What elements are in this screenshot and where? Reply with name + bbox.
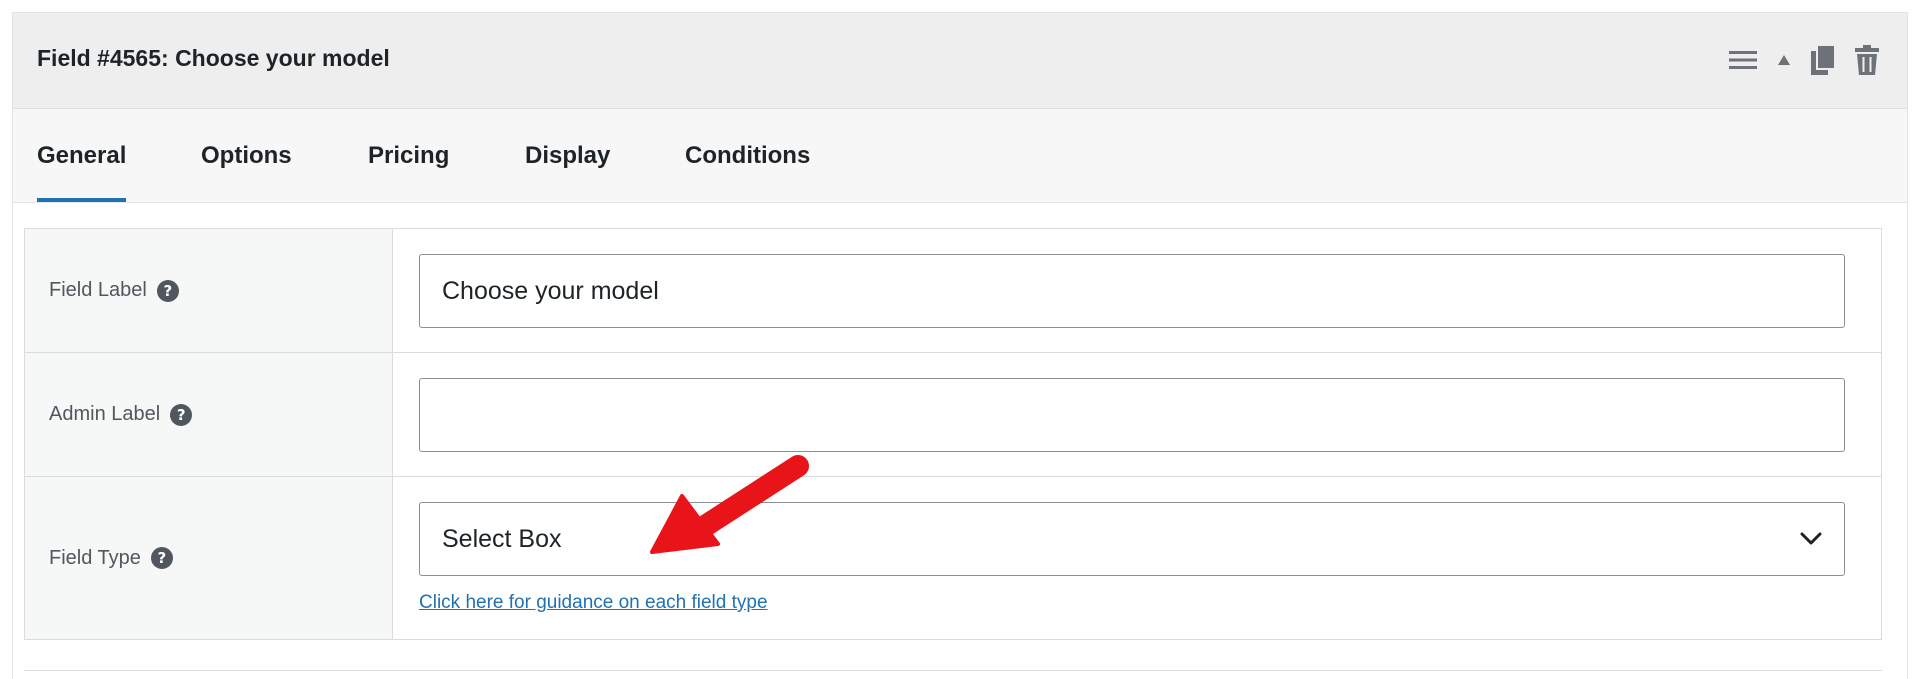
duplicate-button[interactable] (1811, 45, 1835, 75)
field-type-guidance-link[interactable]: Click here for guidance on each field ty… (419, 592, 768, 614)
field-settings-table: Field Label ? Admin Label ? Field Type ?… (24, 228, 1882, 640)
caret-up-icon (1778, 55, 1790, 65)
admin-label-text: Admin Label (49, 403, 161, 425)
divider (24, 670, 1882, 671)
field-label-input[interactable] (419, 254, 1845, 328)
field-label-row: Field Label ? (25, 229, 1881, 353)
admin-label-label: Admin Label ? (25, 353, 393, 476)
delete-button[interactable] (1855, 45, 1879, 75)
trash-icon (1855, 45, 1879, 75)
panel-title: Field #4565: Choose your model (37, 45, 390, 71)
tab-bar: General Options Pricing Display Conditio… (13, 109, 1907, 203)
tab-conditions[interactable]: Conditions (685, 109, 810, 202)
question-circle-icon[interactable]: ? (150, 547, 173, 569)
tab-general[interactable]: General (37, 109, 127, 202)
field-type-select[interactable]: Select Box (419, 502, 1845, 576)
collapse-button[interactable] (1777, 54, 1791, 66)
header-actions (1729, 43, 1879, 77)
field-type-row: Field Type ? Select Box Click here for g… (25, 477, 1881, 639)
tab-options[interactable]: Options (201, 109, 292, 202)
question-circle-icon[interactable]: ? (170, 403, 193, 426)
tab-display[interactable]: Display (525, 109, 610, 202)
field-type-label: Field Type ? (25, 477, 393, 639)
drag-handle-button[interactable] (1729, 49, 1757, 71)
admin-label-row: Admin Label ? (25, 353, 1881, 477)
chevron-down-icon (1800, 532, 1822, 545)
question-circle-icon[interactable]: ? (156, 279, 179, 302)
copy-icon (1811, 45, 1835, 75)
field-type-selected-value: Select Box (442, 524, 562, 553)
tab-pricing[interactable]: Pricing (368, 109, 449, 202)
hamburger-menu-icon (1729, 51, 1757, 69)
panel-header: Field #4565: Choose your model (13, 13, 1907, 109)
field-type-text: Field Type (49, 546, 141, 569)
admin-label-input[interactable] (419, 378, 1845, 452)
field-label-text: Field Label (49, 279, 147, 301)
field-label-label: Field Label ? (25, 229, 393, 352)
